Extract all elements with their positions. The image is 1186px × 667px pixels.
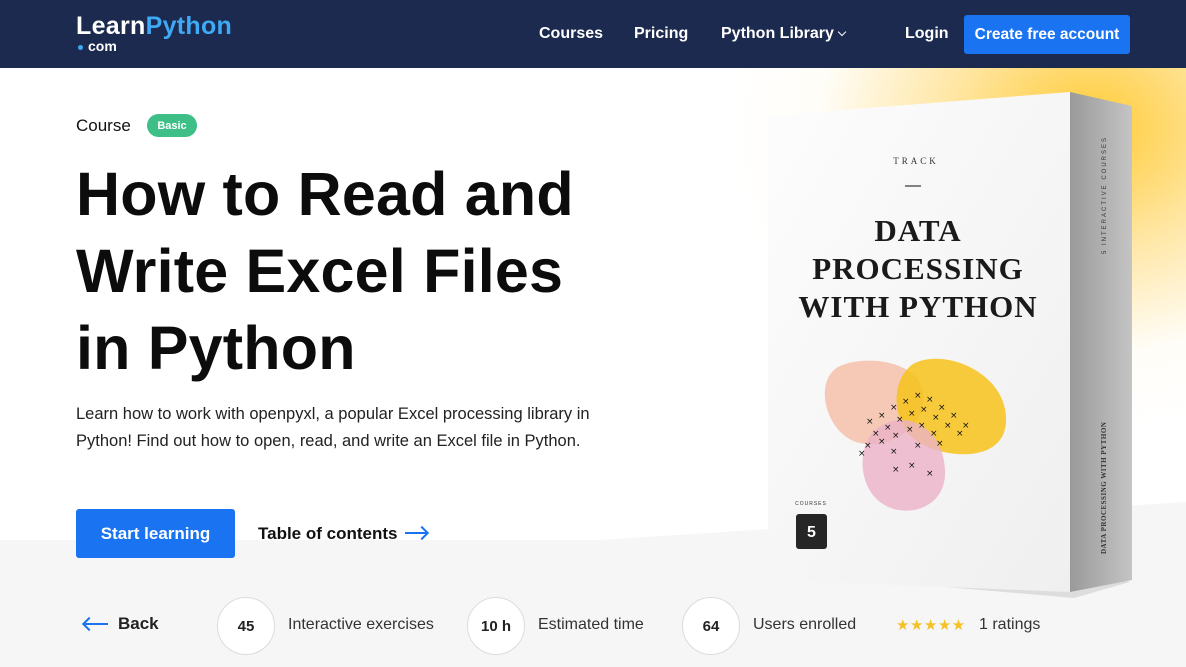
page-title-line: How to Read and — [76, 160, 574, 228]
logo-wordmark: LearnPython — [76, 12, 232, 40]
box-courses-count: 5 — [807, 524, 816, 541]
time-circle: 10 h — [467, 597, 525, 655]
svg-text:×: × — [896, 415, 904, 425]
box-title-line: DATA — [874, 213, 961, 248]
arrow-left-icon — [84, 623, 108, 625]
logo-dot-icon — [78, 44, 83, 50]
svg-text:×: × — [926, 395, 934, 405]
svg-text:×: × — [892, 431, 900, 441]
top-navbar: LearnPython com Courses Pricing Python L… — [0, 0, 1186, 68]
nav-link-pricing[interactable]: Pricing — [634, 25, 688, 43]
nav-link-courses[interactable]: Courses — [539, 25, 603, 43]
rating-stars-icon: ★★★★★ — [896, 616, 966, 634]
back-link[interactable]: Back — [84, 614, 159, 634]
svg-text:×: × — [920, 405, 928, 415]
estimated-time: 10 h — [480, 617, 511, 635]
users-label: Users enrolled — [753, 616, 857, 633]
svg-text:×: × — [918, 421, 926, 431]
exercises-label: Interactive exercises — [288, 616, 434, 633]
svg-text:×: × — [906, 425, 914, 435]
svg-text:×: × — [890, 447, 898, 457]
course-type-label: Course — [76, 116, 131, 135]
svg-text:×: × — [914, 441, 922, 451]
svg-text:×: × — [908, 409, 916, 419]
login-link[interactable]: Login — [905, 25, 949, 43]
svg-text:×: × — [926, 469, 934, 479]
box-track-label: TRACK — [893, 156, 939, 166]
svg-text:×: × — [936, 439, 944, 449]
page-title-line: Write Excel Files — [76, 237, 564, 305]
svg-text:×: × — [950, 411, 958, 421]
time-label: Estimated time — [538, 616, 644, 633]
svg-text:×: × — [858, 449, 866, 459]
svg-text:×: × — [902, 397, 910, 407]
box-title-line: PROCESSING — [812, 251, 1024, 286]
level-badge: Basic — [147, 114, 197, 137]
start-learning-button[interactable]: Start learning — [76, 509, 235, 558]
table-of-contents-label: Table of contents — [258, 524, 398, 543]
svg-text:×: × — [956, 429, 964, 439]
svg-text:×: × — [932, 413, 940, 423]
svg-text:×: × — [878, 411, 886, 421]
users-circle: 64 — [682, 597, 740, 655]
box-courses-caption: COURSES — [795, 501, 827, 507]
page-title-line: in Python — [76, 314, 356, 382]
arrow-right-icon — [405, 531, 428, 534]
svg-text:×: × — [866, 417, 874, 427]
learnpython-logo[interactable]: LearnPython com — [76, 12, 232, 53]
ratings-count: 1 ratings — [979, 616, 1041, 633]
product-box-image: TRACK DATA PROCESSING WITH PYTHON ×××× ×… — [768, 92, 1132, 598]
box-title-line: WITH PYTHON — [798, 289, 1037, 324]
svg-text:×: × — [884, 423, 892, 433]
box-spine-top-text: 5 INTERACTIVE COURSES — [1102, 136, 1108, 254]
svg-text:×: × — [892, 465, 900, 475]
page-title: How to Read and Write Excel Files in Pyt… — [76, 156, 636, 387]
create-free-account-button[interactable]: Create free account — [964, 15, 1130, 54]
course-description: Learn how to work with openpyxl, a popul… — [76, 405, 590, 450]
logo-word-python: Python — [145, 12, 233, 40]
box-spine-bottom-text: DATA PROCESSING WITH PYTHON — [1100, 422, 1108, 554]
logo-word-learn: Learn — [76, 12, 146, 40]
logo-domain: com — [76, 39, 232, 53]
table-of-contents-link[interactable]: Table of contents — [258, 524, 428, 544]
svg-text:×: × — [914, 391, 922, 401]
svg-text:×: × — [944, 421, 952, 431]
exercises-count: 45 — [237, 617, 255, 635]
svg-text:×: × — [938, 403, 946, 413]
nav-link-python-library[interactable]: Python Library — [721, 25, 847, 43]
exercises-count-circle: 45 — [217, 597, 275, 655]
svg-text:×: × — [930, 429, 938, 439]
chevron-down-icon — [837, 27, 847, 37]
logo-domain-text: com — [88, 38, 117, 54]
svg-text:×: × — [878, 437, 886, 447]
nav-link-python-library-label: Python Library — [721, 25, 834, 42]
users-enrolled-count: 64 — [702, 617, 720, 635]
svg-text:×: × — [890, 403, 898, 413]
svg-text:×: × — [908, 461, 916, 471]
back-label: Back — [118, 614, 159, 633]
